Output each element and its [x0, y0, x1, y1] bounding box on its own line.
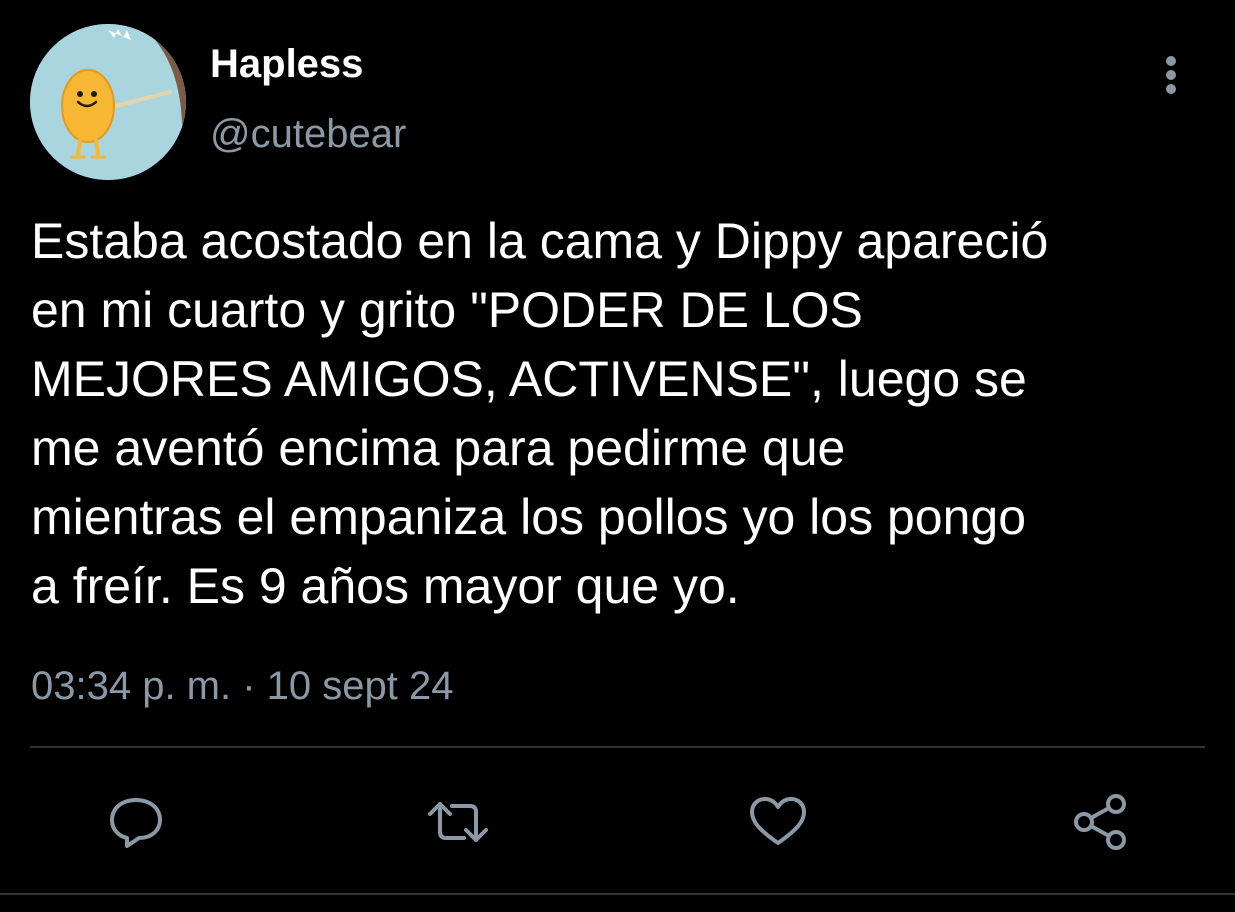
share-icon	[1074, 794, 1126, 850]
divider	[30, 746, 1205, 748]
more-vertical-icon	[1166, 56, 1176, 94]
retweet-icon	[428, 802, 488, 842]
retweet-button[interactable]	[426, 790, 490, 854]
reply-button[interactable]	[104, 790, 168, 854]
tweet-text: Estaba acostado en la cama y Dippy apare…	[31, 213, 1049, 614]
tweet-timestamp[interactable]: 03:34 p. m. · 10 sept 24	[31, 661, 453, 711]
more-options-button[interactable]	[1150, 52, 1192, 98]
reply-icon	[110, 798, 162, 848]
share-button[interactable]	[1068, 790, 1132, 854]
display-name[interactable]: Hapless	[210, 40, 363, 88]
bottom-divider	[0, 893, 1235, 895]
heart-icon	[750, 797, 806, 845]
user-handle[interactable]: @cutebear	[210, 110, 406, 158]
avatar-image	[30, 24, 186, 180]
avatar[interactable]	[30, 24, 186, 180]
like-button[interactable]	[746, 790, 810, 854]
